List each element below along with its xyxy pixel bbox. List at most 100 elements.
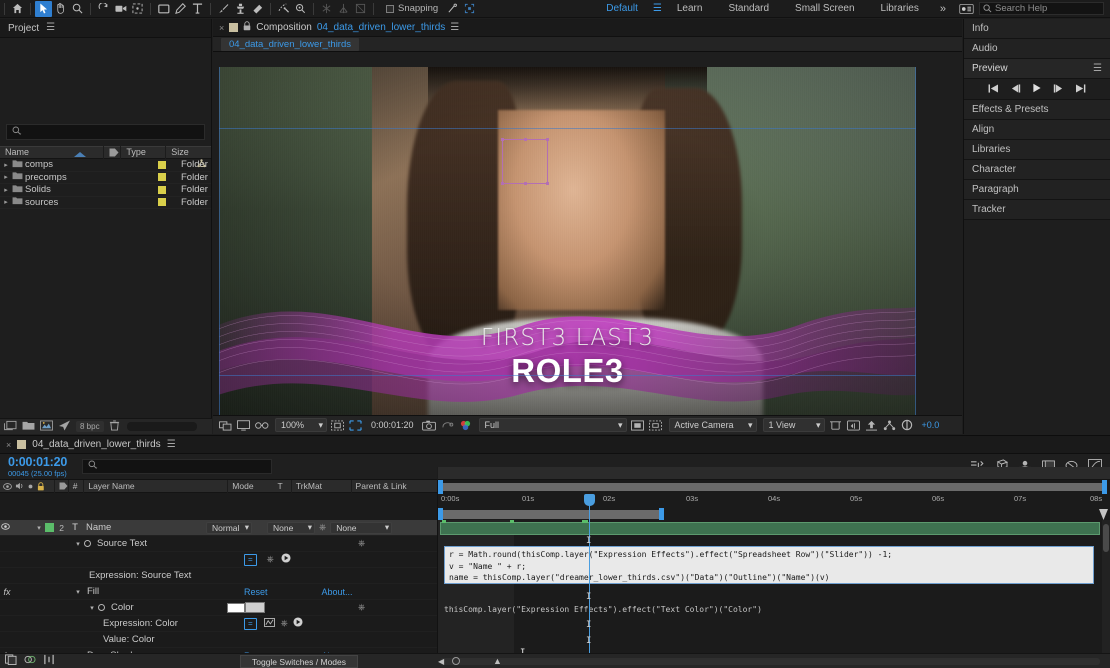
property-row-color[interactable]: ▾ Color ⎈ — [0, 600, 437, 616]
column-header-size[interactable]: Size — [166, 146, 211, 159]
label-color-swatch[interactable] — [158, 185, 166, 194]
work-area-start-handle[interactable] — [438, 480, 443, 494]
type-tool-icon[interactable] — [189, 1, 206, 17]
motion-blur-toggle-icon[interactable] — [24, 654, 36, 668]
label-color-swatch[interactable] — [158, 198, 166, 207]
timeline-zoom-slider-handle[interactable] — [452, 657, 460, 665]
new-comp-icon[interactable] — [40, 419, 53, 434]
channel-rgb-icon[interactable] — [458, 418, 473, 433]
workspace-overflow-icon[interactable]: » — [932, 3, 954, 15]
column-header-name[interactable]: Name — [0, 146, 105, 159]
exposure-value[interactable]: +0.0 — [918, 420, 940, 430]
fast-previews-icon[interactable] — [846, 418, 861, 433]
fx-icon[interactable]: fx — [0, 587, 14, 597]
stopwatch-icon[interactable] — [84, 540, 91, 547]
parent-link-header[interactable]: Parent & Link — [350, 479, 437, 493]
preview-panel-menu-icon[interactable]: ☰ — [1093, 63, 1102, 74]
snapping-checkbox[interactable] — [386, 4, 394, 13]
property-row-source-text[interactable]: ▾ Source Text ⎈ — [0, 536, 437, 552]
label-color-swatch[interactable] — [158, 173, 166, 182]
zoom-out-timeline-icon[interactable]: ◀ — [438, 657, 444, 666]
blend-mode-dropdown[interactable]: Normal ▾ — [206, 521, 252, 534]
eyedropper-icon[interactable] — [245, 602, 265, 613]
layer-row-name[interactable]: ▾ 2 T Name Normal ▾ None ▾ ⎈ None ▾ — [0, 520, 437, 536]
keyframe-marker[interactable] — [582, 520, 588, 523]
column-header-label[interactable] — [104, 146, 122, 159]
camera-tool-icon[interactable] — [112, 1, 129, 17]
property-pickwhip-icon[interactable]: ⎈ — [358, 602, 365, 613]
grid-guides-icon[interactable] — [330, 418, 345, 433]
first-frame-button[interactable] — [988, 83, 999, 95]
layer-label-color[interactable] — [45, 523, 54, 532]
timeline-tracks[interactable]: r = Math.round(thisComp.layer("Expressio… — [437, 520, 1110, 653]
show-snapshot-icon[interactable] — [440, 418, 455, 433]
keyframe-marker[interactable] — [442, 520, 446, 523]
panel-audio[interactable]: Audio — [964, 39, 1110, 59]
zoom-in-timeline-icon[interactable]: ▲ — [493, 656, 502, 666]
panel-libraries[interactable]: Libraries — [964, 140, 1110, 160]
disclosure-triangle-icon[interactable]: ▾ — [72, 540, 84, 548]
project-tab-label[interactable]: Project — [8, 23, 39, 34]
layer-duration-bar[interactable] — [440, 522, 1100, 535]
new-folder-icon[interactable] — [22, 420, 35, 434]
expression-editor-source-text[interactable]: r = Math.round(thisComp.layer("Expressio… — [444, 546, 1094, 584]
effect-row-fill[interactable]: fx ▾ Fill Reset About... — [0, 584, 437, 600]
timeline-search-input[interactable] — [82, 459, 272, 474]
clone-stamp-tool-icon[interactable] — [232, 1, 249, 17]
panel-tracker[interactable]: Tracker — [964, 200, 1110, 220]
expression-text-color[interactable]: thisComp.layer("Expression Effects").eff… — [444, 605, 762, 614]
composition-panel-menu-icon[interactable]: ☰ — [450, 22, 459, 33]
snap-grid-icon[interactable] — [461, 1, 478, 17]
timecode-display[interactable]: 0:00:01:20 00045 (25.00 fps) — [0, 455, 78, 478]
composition-breadcrumb-tab[interactable]: 04_data_driven_lower_thirds — [221, 37, 359, 51]
project-search-input[interactable] — [6, 124, 205, 140]
comp-flowchart-view-icon[interactable] — [882, 418, 897, 433]
disclosure-triangle-icon[interactable]: ▸ — [0, 186, 12, 194]
disclosure-triangle-icon[interactable]: ▸ — [0, 198, 12, 206]
view-layout-dropdown[interactable]: 1 View ▾ — [762, 418, 825, 432]
effect-about-link[interactable]: About... — [268, 587, 353, 597]
project-row[interactable]: ▸ precomps Folder — [0, 172, 211, 184]
composition-name[interactable]: 04_data_driven_lower_thirds — [317, 22, 445, 33]
layer-name-header[interactable]: Layer Name — [83, 479, 227, 493]
previous-frame-button[interactable] — [1010, 83, 1021, 95]
comp-flowchart-icon[interactable] — [254, 418, 269, 433]
trkmat-dropdown[interactable]: None ▾ — [267, 521, 315, 534]
toggle-switches-modes-button[interactable]: Toggle Switches / Modes — [240, 654, 358, 668]
project-row[interactable]: ▸ Solids Folder — [0, 184, 211, 197]
trkmat-header[interactable]: TrkMat — [290, 479, 351, 493]
lock-icon[interactable] — [243, 21, 251, 34]
timeline-reveal-icon[interactable] — [864, 418, 879, 433]
column-header-type[interactable]: Type — [121, 146, 167, 159]
eye-icon[interactable] — [0, 523, 11, 532]
panel-info[interactable]: Info — [964, 19, 1110, 39]
brush-tool-icon[interactable] — [215, 1, 232, 17]
eraser-tool-icon[interactable] — [249, 1, 266, 17]
zoom-level-dropdown[interactable]: 100% ▾ — [275, 418, 327, 432]
comp-current-time[interactable]: 0:00:01:20 — [366, 420, 419, 430]
disclosure-triangle-icon[interactable]: ▾ — [33, 524, 45, 532]
project-settings-icon[interactable] — [58, 419, 71, 434]
mask-view-icon[interactable] — [648, 418, 663, 433]
timeline-comp-name[interactable]: 04_data_driven_lower_thirds — [32, 439, 160, 450]
interpret-footage-icon[interactable] — [4, 420, 17, 434]
last-frame-button[interactable] — [1075, 83, 1086, 95]
pixel-aspect-correction-icon[interactable] — [828, 418, 843, 433]
search-help-input[interactable]: Search Help — [979, 2, 1104, 15]
workspace-learn[interactable]: Learn — [664, 0, 716, 18]
account-badge-icon[interactable] — [958, 1, 975, 17]
close-icon[interactable]: × — [6, 440, 11, 450]
project-panel-menu-icon[interactable]: ☰ — [46, 23, 55, 33]
region-of-interest-icon[interactable] — [348, 418, 363, 433]
time-ruler[interactable]: 0:00s 01s 02s 03s 04s 05s 06s 07s 08s — [437, 480, 1110, 521]
project-row[interactable]: ▸ sources Folder — [0, 197, 211, 209]
expression-pickwhip-icon[interactable]: ⎈ — [257, 554, 274, 565]
puppet-tool-icon[interactable] — [292, 1, 309, 17]
enable-expression-icon[interactable]: = — [244, 553, 257, 566]
disclosure-triangle-icon[interactable]: ▸ — [0, 173, 12, 181]
graph-editor-toggle-icon[interactable] — [43, 654, 55, 668]
panel-effects-presets[interactable]: Effects & Presets — [964, 100, 1110, 120]
pen-tool-icon[interactable] — [172, 1, 189, 17]
expression-pickwhip-icon[interactable]: ⎈ — [275, 618, 288, 629]
parent-dropdown[interactable]: None ▾ — [330, 521, 393, 534]
